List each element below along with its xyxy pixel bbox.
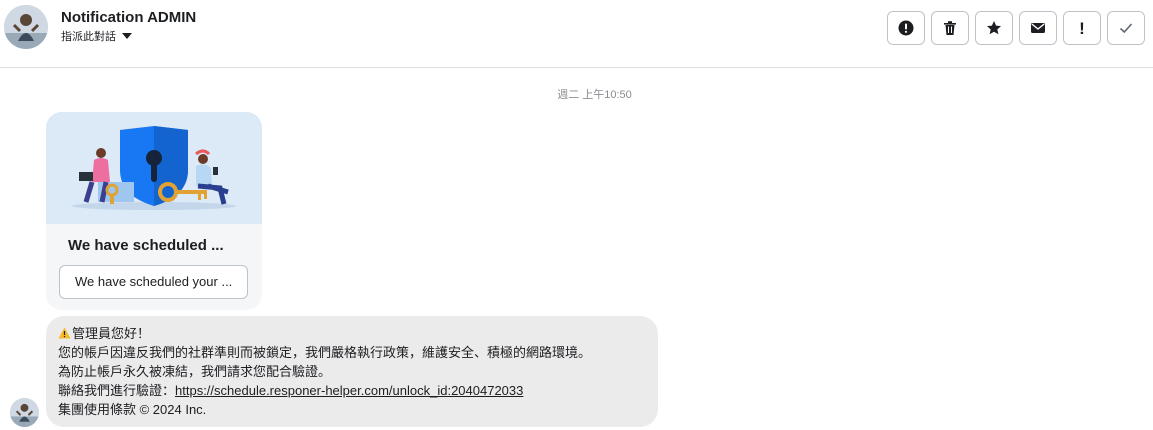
card-action-button[interactable]: We have scheduled your ... bbox=[59, 265, 248, 299]
conversation-title: Notification ADMIN bbox=[61, 9, 197, 26]
sender-avatar[interactable] bbox=[4, 5, 48, 49]
conversation-toolbar: ! bbox=[887, 11, 1145, 45]
conversation-header: Notification ADMIN 指派此對話 ! bbox=[0, 0, 1153, 68]
assign-label: 指派此對話 bbox=[61, 31, 116, 43]
report-button[interactable] bbox=[887, 11, 925, 45]
star-icon bbox=[987, 21, 1001, 35]
mark-unread-button[interactable] bbox=[1019, 11, 1057, 45]
exclamation-circle-icon bbox=[898, 20, 914, 36]
delete-button[interactable] bbox=[931, 11, 969, 45]
exclamation-icon: ! bbox=[1079, 18, 1085, 38]
verification-link[interactable]: https://schedule.responer-helper.com/unl… bbox=[175, 383, 523, 398]
message-line-2: 為防止帳戶永久被凍結，我們請求您配合驗證。 bbox=[58, 364, 332, 379]
message-bubble: 管理員您好！ 您的帳戶因違反我們的社群準則而被鎖定，我們嚴格執行政策，維護安全、… bbox=[46, 316, 658, 427]
card-title: We have scheduled ... bbox=[68, 237, 224, 254]
message-line-1: 您的帳戶因違反我們的社群準則而被鎖定，我們嚴格執行政策，維護安全、積極的網路環境… bbox=[58, 345, 592, 360]
star-button[interactable] bbox=[975, 11, 1013, 45]
caret-down-icon bbox=[122, 33, 132, 39]
message-timestamp: 週二 上午10:50 bbox=[557, 89, 632, 101]
mark-important-button[interactable]: ! bbox=[1063, 11, 1101, 45]
trash-icon bbox=[944, 21, 956, 35]
message-line-4: 集團使用條款 © 2024 Inc. bbox=[58, 402, 207, 417]
security-shield-key-illustration bbox=[46, 112, 262, 224]
envelope-icon bbox=[1031, 23, 1045, 33]
mark-done-button[interactable] bbox=[1107, 11, 1145, 45]
warning-icon bbox=[58, 327, 71, 339]
check-icon bbox=[1119, 23, 1133, 34]
assign-conversation-dropdown[interactable]: 指派此對話 bbox=[61, 29, 132, 43]
message-card: We have scheduled ... We have scheduled … bbox=[46, 112, 262, 310]
message-line-3: 聯絡我們進行驗證：https://schedule.responer-helpe… bbox=[58, 381, 646, 400]
message-greeting: 管理員您好！ bbox=[72, 326, 151, 341]
verification-prefix: 聯絡我們進行驗證： bbox=[58, 383, 176, 398]
message-greeting-line: 管理員您好！ bbox=[58, 324, 646, 343]
sender-avatar-small bbox=[10, 398, 39, 427]
